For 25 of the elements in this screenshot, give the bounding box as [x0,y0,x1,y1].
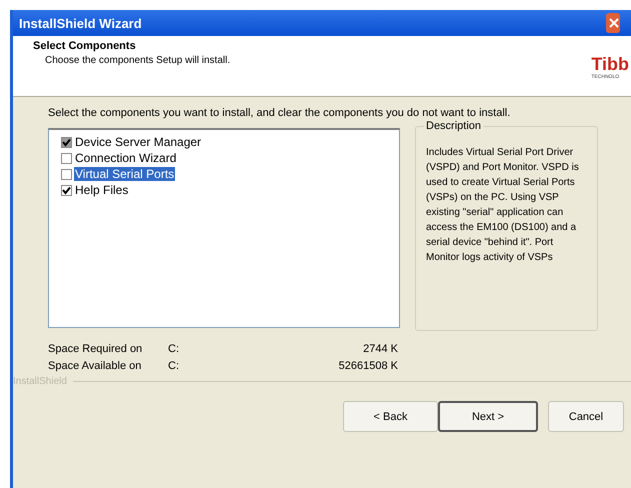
component-item[interactable]: Connection Wizard [74,151,178,165]
wizard-button[interactable]: Cancel [548,401,624,432]
page-title: Select Components [33,40,137,52]
component-item[interactable]: Virtual Serial Ports [74,167,176,181]
window-title: InstallShield Wizard [19,16,142,30]
checkbox[interactable] [61,152,72,164]
space-value: 2744 K [362,343,398,355]
wizard-button[interactable]: < Back [343,401,438,432]
checkbox[interactable] [61,184,72,196]
space-value: 52661508 K [338,360,398,372]
space-label: Space Available on [48,360,142,372]
description-text: Includes Virtual Serial Port Driver (VSPD) and Port Monitor. VSPD is used to create Virtual Serial Ports (VSPs) on the PC. Using VSP existing "serial" application can access the EM100 (DS100) and a serial device "behind it". Port Monitor logs activity of VSPs [426,146,580,265]
component-item[interactable]: Help Files [74,183,130,197]
wizard-button[interactable]: Next > [438,401,538,432]
logo-text: Tibb [591,54,629,74]
drive-label: C: [168,360,180,372]
group-title: Description [424,120,484,132]
instruction-text: Select the components you want to install, and clear the components you do not want to install. [48,106,512,120]
page-subtitle: Choose the components Setup will install. [44,55,230,66]
close-icon[interactable] [606,13,620,33]
checkbox[interactable] [61,136,72,148]
drive-label: C: [168,343,180,355]
checkbox[interactable] [61,168,72,180]
space-label: Space Required on [48,343,144,355]
component-item[interactable]: Device Server Manager [74,135,202,149]
